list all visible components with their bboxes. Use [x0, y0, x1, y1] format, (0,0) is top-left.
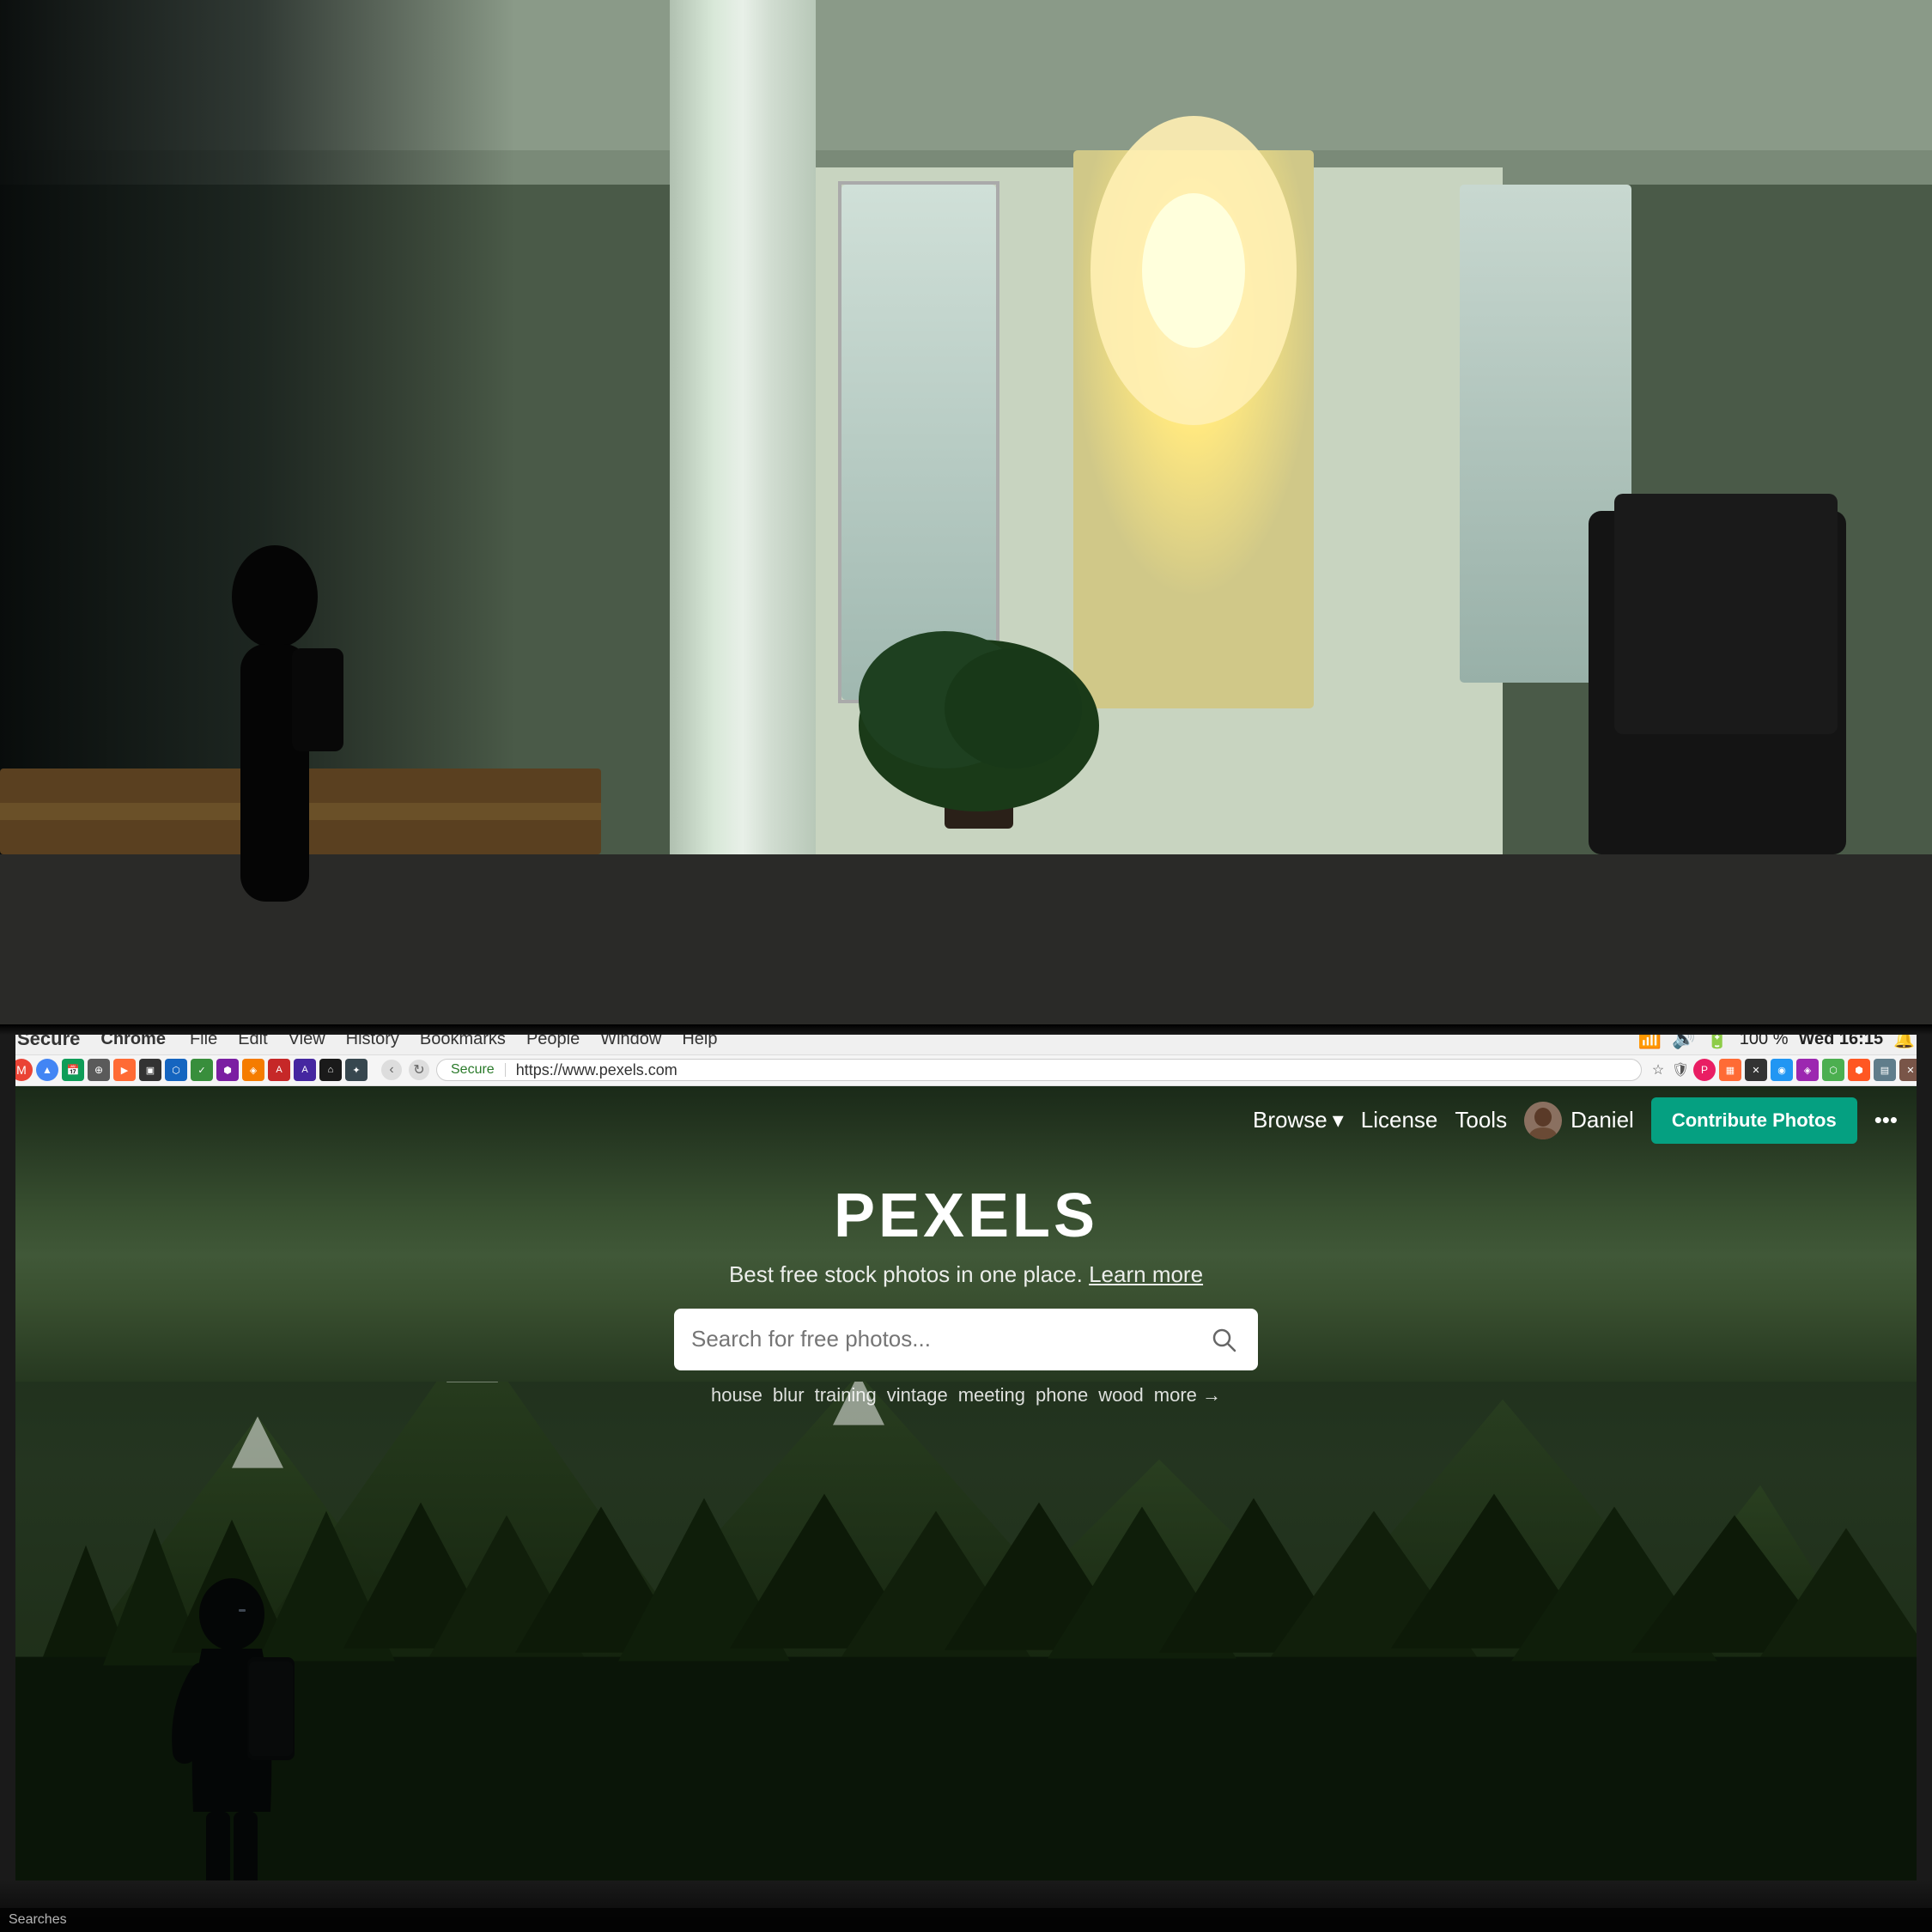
ext-icon-1[interactable]: ⊕ — [88, 1059, 110, 1081]
addr-ext-3[interactable]: ◉ — [1771, 1059, 1793, 1081]
gcal-icon[interactable]: 📅 — [62, 1059, 84, 1081]
status-bar: Searches — [0, 1908, 1932, 1932]
quick-search-training[interactable]: training — [815, 1384, 877, 1406]
laptop-top-edge — [0, 1024, 1932, 1035]
search-icon[interactable] — [1206, 1322, 1241, 1357]
pexels-tagline: Best free stock photos in one place. Lea… — [729, 1261, 1203, 1288]
quick-search-phone[interactable]: phone — [1036, 1384, 1088, 1406]
ext-icon-5[interactable]: ✓ — [191, 1059, 213, 1081]
star-icon[interactable]: ☆ — [1649, 1060, 1668, 1079]
ext-icon-7[interactable]: ◈ — [242, 1059, 264, 1081]
back-button[interactable]: ‹ — [381, 1060, 402, 1080]
browse-chevron-icon: ▾ — [1333, 1107, 1344, 1133]
address-bar-input[interactable]: Secure https://www.pexels.com — [436, 1059, 1642, 1081]
addr-ext-5[interactable]: ⬡ — [1822, 1059, 1844, 1081]
url-text: https://www.pexels.com — [516, 1061, 677, 1079]
ext-icon-2[interactable]: ▶ — [113, 1059, 136, 1081]
pexels-website: Browse ▾ License Tools Dani — [0, 1086, 1932, 1932]
status-text: Searches — [9, 1912, 67, 1928]
ext-icon-3[interactable]: ▣ — [139, 1059, 161, 1081]
divider — [505, 1063, 506, 1077]
ext-icon-6[interactable]: ⬢ — [216, 1059, 239, 1081]
laptop-section: Secure Chrome File Edit View History Boo… — [0, 1024, 1932, 1932]
address-right-icons: ☆ 🛡 P ▦ ✕ ◉ ◈ ⬡ ⬢ ▤ ✕ — [1649, 1059, 1922, 1081]
user-name: Daniel — [1571, 1107, 1634, 1133]
ext-icon-10[interactable]: ⌂ — [319, 1059, 342, 1081]
avatar-svg — [1524, 1102, 1562, 1139]
addr-ext-4[interactable]: ◈ — [1796, 1059, 1819, 1081]
more-options-icon[interactable]: ••• — [1874, 1107, 1898, 1133]
chrome-tab-icons-left: M ▲ 📅 ⊕ ▶ ▣ ⬡ ✓ ⬢ ◈ A A ⌂ ✦ — [10, 1059, 368, 1081]
person-silhouette-svg — [155, 1571, 309, 1932]
license-nav-link[interactable]: License — [1361, 1107, 1438, 1133]
more-searches-link[interactable]: more → — [1154, 1384, 1221, 1406]
user-area: Daniel — [1524, 1102, 1634, 1139]
pexels-hero-content: PEXELS Best free stock photos in one pla… — [0, 1155, 1932, 1406]
ext-icon-4[interactable]: ⬡ — [165, 1059, 187, 1081]
user-avatar[interactable] — [1524, 1102, 1562, 1139]
learn-more-link[interactable]: Learn more — [1089, 1261, 1203, 1287]
browse-nav-link[interactable]: Browse ▾ — [1253, 1107, 1344, 1133]
quick-searches: house blur training vintage meeting phon… — [711, 1384, 1221, 1406]
addr-ext-1[interactable]: ▦ — [1719, 1059, 1741, 1081]
addr-ext-6[interactable]: ⬢ — [1848, 1059, 1870, 1081]
laptop-left-bezel — [0, 1024, 15, 1932]
shield-icon[interactable]: 🛡 — [1671, 1060, 1690, 1079]
secure-label: Secure — [451, 1062, 495, 1078]
pexels-navbar: Browse ▾ License Tools Dani — [0, 1086, 1932, 1155]
ext-icon-8[interactable]: A — [268, 1059, 290, 1081]
quick-search-meeting[interactable]: meeting — [958, 1384, 1025, 1406]
laptop-right-bezel — [1917, 1024, 1932, 1932]
ext-icon-9[interactable]: A — [294, 1059, 316, 1081]
gdrive-icon[interactable]: ▲ — [36, 1059, 58, 1081]
quick-search-vintage[interactable]: vintage — [887, 1384, 948, 1406]
quick-search-blur[interactable]: blur — [773, 1384, 805, 1406]
addr-ext-7[interactable]: ▤ — [1874, 1059, 1896, 1081]
chrome-address-bar: M ▲ 📅 ⊕ ▶ ▣ ⬡ ✓ ⬢ ◈ A A ⌂ ✦ ‹ ↻ Secure — [0, 1055, 1932, 1086]
tools-nav-link[interactable]: Tools — [1455, 1107, 1507, 1133]
search-icon-svg — [1210, 1326, 1237, 1353]
contribute-photos-button[interactable]: Contribute Photos — [1651, 1097, 1857, 1144]
pexels-nav-right: Browse ▾ License Tools Dani — [1253, 1097, 1898, 1144]
pinterest-icon[interactable]: P — [1693, 1059, 1716, 1081]
reload-button[interactable]: ↻ — [409, 1060, 429, 1080]
addr-ext-2[interactable]: ✕ — [1745, 1059, 1767, 1081]
quick-search-house[interactable]: house — [711, 1384, 762, 1406]
pexels-logo: PEXELS — [834, 1181, 1098, 1251]
search-bar[interactable] — [674, 1309, 1258, 1370]
search-input[interactable] — [691, 1326, 1206, 1352]
screen-area: Secure Chrome File Edit View History Boo… — [0, 1024, 1932, 1932]
ext-icon-11[interactable]: ✦ — [345, 1059, 368, 1081]
quick-search-wood[interactable]: wood — [1098, 1384, 1144, 1406]
